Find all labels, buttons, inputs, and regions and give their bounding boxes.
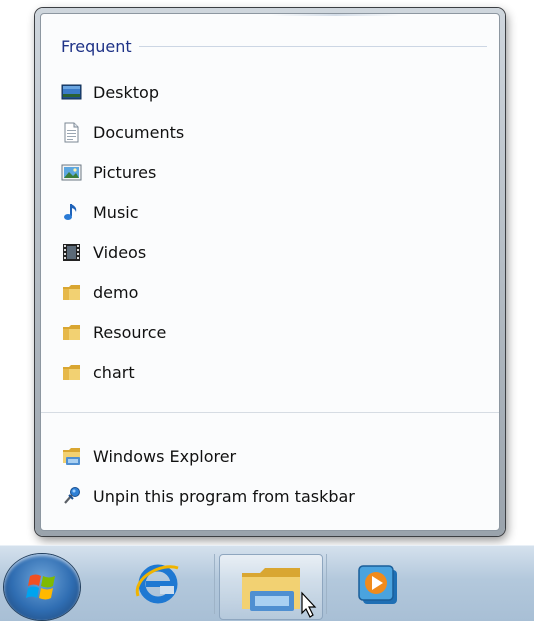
frequent-category-header: Frequent (61, 36, 487, 56)
jump-item-desktop[interactable]: Desktop (61, 72, 481, 112)
jump-item-chart[interactable]: chart (61, 352, 481, 392)
ie-icon (135, 564, 179, 604)
folder-icon (61, 322, 82, 343)
media-player-icon (358, 565, 397, 604)
jump-item-label: Desktop (93, 82, 159, 102)
folder-icon (61, 362, 82, 383)
task-label: Unpin this program from taskbar (93, 486, 355, 506)
documents-icon (61, 122, 82, 143)
jump-item-videos[interactable]: Videos (61, 232, 481, 272)
jump-item-label: Documents (93, 122, 185, 142)
jump-item-label: Music (93, 202, 139, 222)
jump-list-panel: Frequent Desktop Documents Pictures Musi… (40, 13, 500, 531)
windows-media-player-button[interactable] (345, 550, 417, 621)
taskbar (0, 545, 534, 621)
internet-explorer-button[interactable] (122, 550, 194, 621)
taskbar-divider (326, 554, 327, 614)
windows-logo-icon (26, 574, 55, 600)
jump-item-documents[interactable]: Documents (61, 112, 481, 152)
jump-item-label: demo (93, 282, 139, 302)
tasks-separator (41, 412, 499, 413)
jump-item-demo[interactable]: demo (61, 272, 481, 312)
unpin-icon (61, 486, 82, 507)
pictures-icon (61, 162, 82, 183)
videos-icon (61, 242, 82, 263)
desktop-icon (61, 82, 82, 103)
jump-item-label: Pictures (93, 162, 157, 182)
jump-item-resource[interactable]: Resource (61, 312, 481, 352)
jump-list: Frequent Desktop Documents Pictures Musi… (35, 8, 505, 536)
frequent-category-title: Frequent (61, 36, 132, 56)
jump-item-pictures[interactable]: Pictures (61, 152, 481, 192)
category-divider (138, 45, 487, 47)
jump-list-glow (271, 14, 401, 16)
tasks-list: Windows Explorer Unpin this program from… (61, 436, 481, 516)
task-windows-explorer[interactable]: Windows Explorer (61, 436, 481, 476)
jump-item-label: Videos (93, 242, 147, 262)
task-unpin[interactable]: Unpin this program from taskbar (61, 476, 481, 516)
task-label: Windows Explorer (93, 446, 237, 466)
jump-item-label: chart (93, 362, 135, 382)
start-button[interactable] (4, 554, 80, 620)
windows-explorer-taskbar-button[interactable] (219, 554, 323, 620)
folder-icon (61, 282, 82, 303)
windows-explorer-icon (61, 446, 82, 467)
jump-item-music[interactable]: Music (61, 192, 481, 232)
jump-item-label: Resource (93, 322, 167, 342)
taskbar-divider (214, 554, 215, 614)
folder-library-icon (242, 568, 317, 618)
music-icon (61, 202, 82, 223)
frequent-list: Desktop Documents Pictures Music Videos … (61, 72, 481, 392)
